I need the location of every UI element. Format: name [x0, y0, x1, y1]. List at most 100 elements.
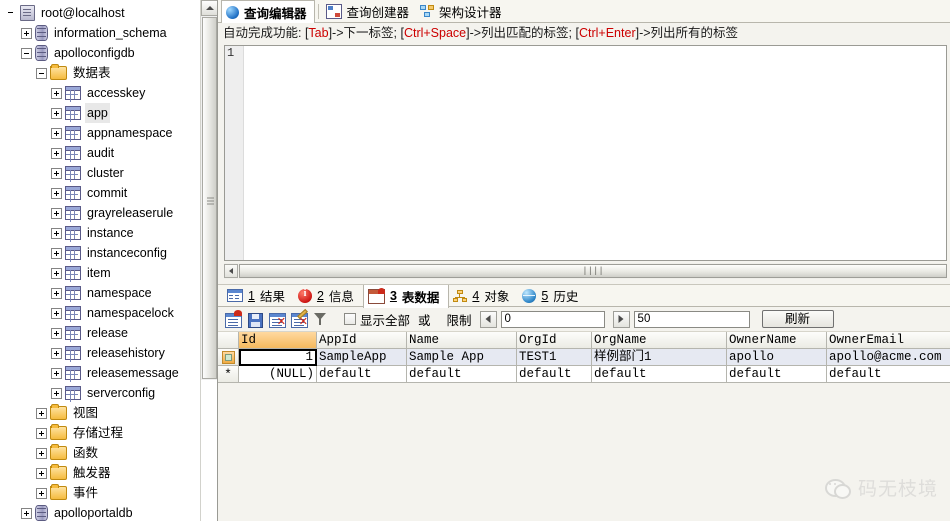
grid-cell[interactable]: 样例部门1	[592, 349, 727, 366]
grid-cell[interactable]: apollo@acme.com	[827, 349, 950, 366]
column-header[interactable]: OwnerEmail	[827, 332, 950, 349]
expand-icon[interactable]	[51, 327, 62, 339]
tree-node[interactable]: appnamespace	[0, 123, 217, 143]
tree-node[interactable]: serverconfig	[0, 383, 217, 403]
expand-icon[interactable]	[21, 507, 32, 519]
tree-node[interactable]: releasehistory	[0, 343, 217, 363]
tree-node[interactable]: releasemessage	[0, 363, 217, 383]
expand-icon[interactable]	[51, 227, 62, 239]
tree-node[interactable]: 视图	[0, 403, 217, 423]
table-row[interactable]: 1 SampleApp Sample App TEST1 样例部门1 apollo apol…	[218, 349, 950, 366]
tree-node[interactable]: 事件	[0, 483, 217, 503]
tree-node[interactable]: apolloconfigdb	[0, 43, 217, 63]
row-selector[interactable]: *	[218, 366, 239, 383]
limit-count-input[interactable]	[633, 310, 750, 328]
expand-icon[interactable]	[51, 387, 62, 399]
expand-icon[interactable]	[51, 147, 62, 159]
expand-icon[interactable]	[36, 407, 47, 419]
collapse-icon[interactable]	[36, 67, 47, 79]
tree-node[interactable]: root@localhost	[0, 3, 217, 23]
tab-1[interactable]: 查询编辑器	[221, 0, 315, 23]
tree-node[interactable]: accesskey	[0, 83, 217, 103]
expand-icon[interactable]	[51, 247, 62, 259]
result-tab-结果[interactable]: 1 结果	[223, 285, 294, 306]
offset-prev-button[interactable]	[479, 310, 497, 328]
tree-node[interactable]: instance	[0, 223, 217, 243]
expand-icon[interactable]	[51, 207, 62, 219]
table-row[interactable]: * (NULL) default default default default defau…	[218, 366, 950, 383]
column-header[interactable]: Name	[407, 332, 517, 349]
expand-icon[interactable]	[51, 347, 62, 359]
editor-text-area[interactable]	[245, 46, 946, 260]
expand-icon[interactable]	[51, 107, 62, 119]
tree-node[interactable]: audit	[0, 143, 217, 163]
sql-editor[interactable]: 1	[224, 45, 947, 261]
tree-node[interactable]: instanceconfig	[0, 243, 217, 263]
tree-node[interactable]: cluster	[0, 163, 217, 183]
open-table-icon[interactable]	[224, 310, 242, 328]
result-tab-对象[interactable]: 4 对象	[449, 285, 518, 306]
hscrollbar-thumb[interactable]: ||||	[239, 264, 947, 278]
save-icon[interactable]	[246, 310, 264, 328]
tree-node[interactable]: release	[0, 323, 217, 343]
tree-node[interactable]: item	[0, 263, 217, 283]
grid-cell[interactable]: default	[407, 366, 517, 383]
grid-cell[interactable]: (NULL)	[239, 366, 317, 383]
scroll-up-button[interactable]	[201, 0, 217, 16]
column-header[interactable]: OwnerName	[727, 332, 827, 349]
tab-2[interactable]: 查询创建器	[322, 1, 417, 22]
grid-cell[interactable]: TEST1	[517, 349, 592, 366]
refresh-button[interactable]: 刷新	[761, 310, 834, 328]
expand-icon[interactable]	[36, 467, 47, 479]
expand-icon[interactable]	[36, 427, 47, 439]
tree-node[interactable]: namespacelock	[0, 303, 217, 323]
tree-node[interactable]: information_schema	[0, 23, 217, 43]
result-tab-信息[interactable]: 2 信息	[294, 285, 363, 306]
filter-icon[interactable]	[312, 310, 330, 328]
grid-cell[interactable]: default	[827, 366, 950, 383]
show-all-checkbox[interactable]	[344, 313, 356, 325]
column-header[interactable]: Id	[239, 332, 317, 349]
tree-node[interactable]: commit	[0, 183, 217, 203]
expand-icon[interactable]	[36, 487, 47, 499]
scroll-left-button[interactable]	[224, 264, 238, 278]
tree-node[interactable]: app	[0, 103, 217, 123]
grid-cell[interactable]: SampleApp	[317, 349, 407, 366]
tab-3[interactable]: 架构设计器	[416, 1, 509, 22]
edit-delete-icon[interactable]: ✕	[290, 308, 308, 328]
column-header[interactable]: AppId	[317, 332, 407, 349]
scrollbar-track[interactable]	[201, 380, 217, 521]
grid-cell[interactable]: 1	[239, 349, 317, 366]
result-tab-表数据[interactable]: 3 表数据	[362, 284, 450, 308]
data-grid[interactable]: Id AppId Name OrgId OrgName OwnerName OwnerEma…	[218, 332, 950, 383]
grid-cell[interactable]: Sample App	[407, 349, 517, 366]
expand-icon[interactable]	[51, 267, 62, 279]
tree-node[interactable]: namespace	[0, 283, 217, 303]
tree-node[interactable]: grayreleaserule	[0, 203, 217, 223]
database-tree[interactable]: root@localhost information_schema apolloco…	[0, 0, 217, 521]
column-header[interactable]: OrgName	[592, 332, 727, 349]
expand-icon[interactable]	[21, 27, 32, 39]
tree-node[interactable]: 存储过程	[0, 423, 217, 443]
delete-record-icon[interactable]: ✕	[268, 310, 286, 328]
row-selector[interactable]	[218, 349, 239, 366]
grid-cell[interactable]: default	[727, 366, 827, 383]
expand-icon[interactable]	[36, 447, 47, 459]
result-tab-历史[interactable]: 5 历史	[518, 285, 587, 306]
expand-icon[interactable]	[51, 167, 62, 179]
tree-node[interactable]: 函数	[0, 443, 217, 463]
editor-tab-bar[interactable]: 查询编辑器 查询创建器 架构设计器	[218, 0, 950, 23]
tree-node[interactable]: 触发器	[0, 463, 217, 483]
scrollbar-thumb[interactable]	[202, 17, 217, 379]
grid-cell[interactable]: default	[517, 366, 592, 383]
expand-icon[interactable]	[51, 87, 62, 99]
column-header[interactable]: OrgId	[517, 332, 592, 349]
result-tab-bar[interactable]: 1 结果 2 信息 3 表数据 4 对象 5 历史	[218, 284, 950, 308]
grid-toolbar[interactable]: ✕ ✕ 显示全部 或 限制 刷新	[218, 307, 950, 332]
expand-icon[interactable]	[51, 287, 62, 299]
grid-cell[interactable]: apollo	[727, 349, 827, 366]
tree-node[interactable]: 数据表	[0, 63, 217, 83]
editor-horizontal-scrollbar[interactable]: ||||	[224, 263, 947, 279]
expand-icon[interactable]	[51, 187, 62, 199]
grid-cell[interactable]: default	[592, 366, 727, 383]
